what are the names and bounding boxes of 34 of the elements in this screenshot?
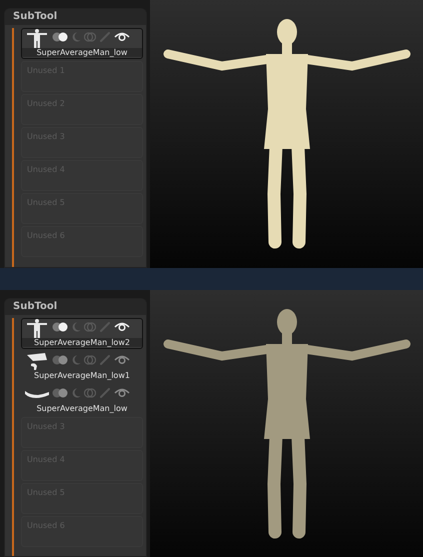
subtool-item[interactable]: SuperAverageMan_low2 (21, 318, 143, 349)
eye-icon (114, 388, 130, 398)
figure-thumbnail-icon (27, 319, 47, 338)
toggle-icon (52, 388, 68, 398)
subtool-name: SuperAverageMan_low (36, 404, 128, 413)
parts-thumbnail-icon (27, 353, 47, 370)
subtool-name: SuperAverageMan_low1 (33, 371, 131, 380)
crescent-icon (71, 388, 81, 398)
crescent-icon (71, 322, 81, 332)
toggle-icon (52, 355, 68, 365)
arm-thumbnail-icon (25, 391, 49, 398)
eye-icon (114, 355, 130, 365)
crescent-icon (71, 32, 81, 42)
overlap-circles-icon (84, 355, 96, 365)
panel-title: SubTool (5, 9, 146, 25)
eye-icon (114, 322, 130, 332)
panel-title: SubTool (5, 299, 146, 315)
overlap-circles-icon (84, 32, 96, 42)
overlap-circles-icon (84, 322, 96, 332)
subtool-item[interactable]: SuperAverageMan_low1 (21, 351, 143, 382)
subtool-item[interactable]: SuperAverageMan_low (21, 384, 143, 415)
brush-icon (99, 32, 111, 42)
toggle-icon (52, 32, 68, 42)
overlap-circles-icon (84, 388, 96, 398)
subtool-name: SuperAverageMan_low2 (22, 338, 142, 347)
crescent-icon (71, 355, 81, 365)
subtool-name: SuperAverageMan_low (22, 48, 142, 57)
toggle-icon (52, 322, 68, 332)
eye-icon (114, 32, 130, 42)
subtool-item[interactable]: SuperAverageMan_low (21, 28, 143, 59)
brush-icon (99, 355, 111, 365)
figure-thumbnail-icon (27, 29, 47, 48)
brush-icon (99, 388, 111, 398)
brush-icon (99, 322, 111, 332)
